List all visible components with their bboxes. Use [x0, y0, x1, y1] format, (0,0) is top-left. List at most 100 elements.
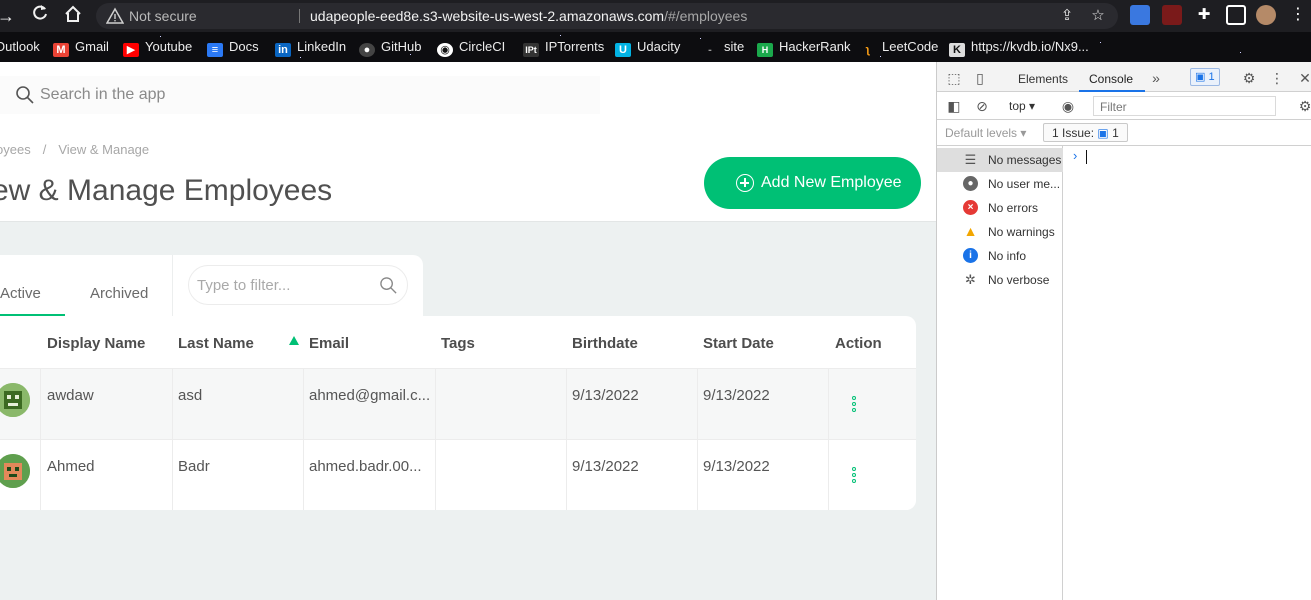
row-actions-kebab-icon[interactable] [851, 396, 857, 414]
column-header-email[interactable]: Email [309, 335, 349, 352]
app-search-input[interactable]: Search in the app [0, 76, 600, 114]
leetcode-icon: ʅ [866, 44, 870, 56]
bookmark-gmail[interactable]: M Gmail [53, 39, 109, 57]
row-actions-kebab-icon[interactable] [851, 467, 857, 485]
cell-birthdate: 9/13/2022 [572, 387, 639, 404]
tab-console[interactable]: Console [1089, 72, 1133, 86]
page-title: ew & Manage Employees [0, 174, 333, 207]
issue-counter-button[interactable]: 1 Issue: ▣ 1 [1043, 123, 1128, 142]
bookmark-circleci[interactable]: ◉ CircleCI [437, 39, 505, 57]
live-expression-eye-icon[interactable]: ◉ [1059, 97, 1077, 115]
add-new-employee-button[interactable]: Add New Employee [704, 157, 921, 209]
search-placeholder: Search in the app [40, 86, 166, 103]
bookmarks-bar: Outlook M Gmail ▶ Youtube ≡ Docs in LinkedIn… [0, 32, 1311, 62]
back-arrow-icon[interactable]: → [0, 4, 18, 28]
cell-start-date: 9/13/2022 [703, 387, 770, 404]
plus-circle-icon [736, 174, 754, 192]
warning-triangle-icon[interactable] [106, 7, 124, 25]
bookmark-github[interactable]: ● GitHub [359, 39, 421, 57]
table-row[interactable]: awdaw asd ahmed@gmail.c... 9/13/2022 9/1… [0, 368, 916, 439]
breadcrumb-current: View & Manage [58, 142, 150, 157]
bookmark-udacity[interactable]: U Udacity [615, 39, 680, 57]
context-value: top [1009, 99, 1026, 113]
reload-icon[interactable] [28, 4, 52, 28]
more-tabs-chevron-icon[interactable]: » [1147, 69, 1165, 87]
default-levels-dropdown[interactable]: Default levels ▾ [945, 126, 1026, 140]
column-header-birthdate[interactable]: Birthdate [572, 335, 638, 352]
tabs-card: Active Archived Type to filter... [0, 255, 423, 325]
cell-email: ahmed@gmail.c... [309, 387, 431, 404]
add-button-label: Add New Employee [761, 174, 902, 191]
issues-badge[interactable]: ▣ 1 [1190, 68, 1220, 86]
sidebar-toggle-icon[interactable]: ◧ [945, 97, 963, 115]
device-toolbar-icon[interactable]: ▯ [971, 69, 989, 87]
bookmark-linkedin[interactable]: in LinkedIn [275, 39, 346, 57]
list-icon: ☰ [964, 152, 977, 167]
bookmark-outlook[interactable]: Outlook [0, 39, 40, 54]
github-icon: ● [359, 43, 375, 57]
tab-active[interactable]: Active [0, 285, 41, 302]
console-filter-placeholder: Filter [1100, 100, 1127, 114]
bookmark-site[interactable]: - site [702, 39, 744, 57]
app-search-bar: Search in the app [0, 62, 936, 132]
user-icon: ● [963, 176, 978, 191]
extension-icon[interactable] [1162, 5, 1182, 25]
column-header-start-date[interactable]: Start Date [703, 335, 774, 352]
tab-archived[interactable]: Archived [90, 285, 148, 302]
sidebar-item-verbose[interactable]: ✲ No verbose [937, 268, 1063, 292]
sidebar-item-errors[interactable]: × No errors [937, 196, 1063, 220]
column-header-last-name[interactable]: Last Name [178, 335, 254, 352]
bookmark-kvdb[interactable]: Khttps://kvdb.io/Nx9... [949, 39, 1089, 57]
share-icon[interactable]: ⇪ [1058, 7, 1076, 25]
address-separator [299, 9, 300, 23]
devtools-menu-icon[interactable]: ⋮ [1268, 69, 1286, 87]
console-input-caret[interactable] [1086, 150, 1087, 164]
sidebar-item-label: No errors [988, 201, 1039, 215]
linkedin-icon: in [275, 43, 291, 57]
table-row[interactable]: Ahmed Badr ahmed.badr.00... 9/13/2022 9/… [0, 439, 916, 510]
sidebar-item-label: No messages [988, 153, 1062, 167]
tab-elements[interactable]: Elements [1018, 72, 1068, 86]
youtube-icon: ▶ [123, 43, 139, 57]
devtools-panel: ⬚ ▯ Elements Console » ▣ 1 ⚙ ⋮ ✕ ◧ ⊘ top… [936, 62, 1311, 600]
bookmark-iptorrents[interactable]: IPt IPTorrents [523, 39, 604, 57]
translate-extension-icon[interactable] [1130, 5, 1150, 25]
console-settings-icon[interactable]: ⚙ [1296, 97, 1311, 115]
sidebar-item-warnings[interactable]: ▲ No warnings [937, 220, 1063, 244]
address-bar[interactable]: Not secure udapeople-eed8e.s3-website-us… [96, 3, 1118, 29]
udacity-icon: U [615, 43, 631, 57]
column-header-action: Action [835, 335, 882, 352]
clear-console-icon[interactable]: ⊘ [973, 97, 991, 115]
filter-input[interactable]: Type to filter... [188, 265, 408, 305]
circleci-icon: ◉ [437, 43, 453, 57]
sidebar-item-info[interactable]: i No info [937, 244, 1063, 268]
menu-kebab-icon[interactable]: ⋮ [1290, 5, 1310, 25]
sidebar-toggle-icon[interactable] [1226, 5, 1246, 25]
search-icon[interactable] [15, 85, 35, 105]
bookmark-star-icon[interactable]: ☆ [1089, 7, 1107, 25]
column-header-tags[interactable]: Tags [441, 335, 475, 352]
puzzle-extensions-icon[interactable]: ✚ [1194, 5, 1214, 25]
breadcrumb-parent[interactable]: oyees [0, 142, 31, 157]
console-filter-input[interactable]: Filter [1093, 96, 1276, 116]
sort-ascending-icon[interactable] [289, 336, 299, 345]
bookmark-hackerrank[interactable]: H HackerRank [757, 39, 851, 57]
settings-gear-icon[interactable]: ⚙ [1240, 69, 1258, 87]
column-header-display-name[interactable]: Display Name [47, 335, 145, 352]
console-levels-bar: Default levels ▾ 1 Issue: ▣ 1 [937, 120, 1311, 146]
context-selector[interactable]: top ▾ [1009, 99, 1035, 113]
sidebar-item-messages[interactable]: ☰ No messages [937, 148, 1063, 172]
console-prompt-chevron-icon: › [1073, 148, 1078, 163]
url-text[interactable]: udapeople-eed8e.s3-website-us-west-2.ama… [310, 8, 747, 24]
bookmark-leetcode[interactable]: ʅ LeetCode [860, 39, 938, 57]
bookmark-docs[interactable]: ≡ Docs [207, 39, 259, 57]
site-icon: - [708, 44, 712, 56]
home-icon[interactable] [61, 4, 85, 28]
sidebar-item-user-messages[interactable]: ● No user me... [937, 172, 1063, 196]
profile-avatar[interactable] [1256, 5, 1276, 25]
bookmark-youtube[interactable]: ▶ Youtube [123, 39, 192, 57]
inspect-element-icon[interactable]: ⬚ [945, 69, 963, 87]
close-devtools-icon[interactable]: ✕ [1296, 69, 1311, 87]
sidebar-item-label: No user me... [988, 177, 1061, 191]
not-secure-label[interactable]: Not secure [129, 8, 197, 24]
